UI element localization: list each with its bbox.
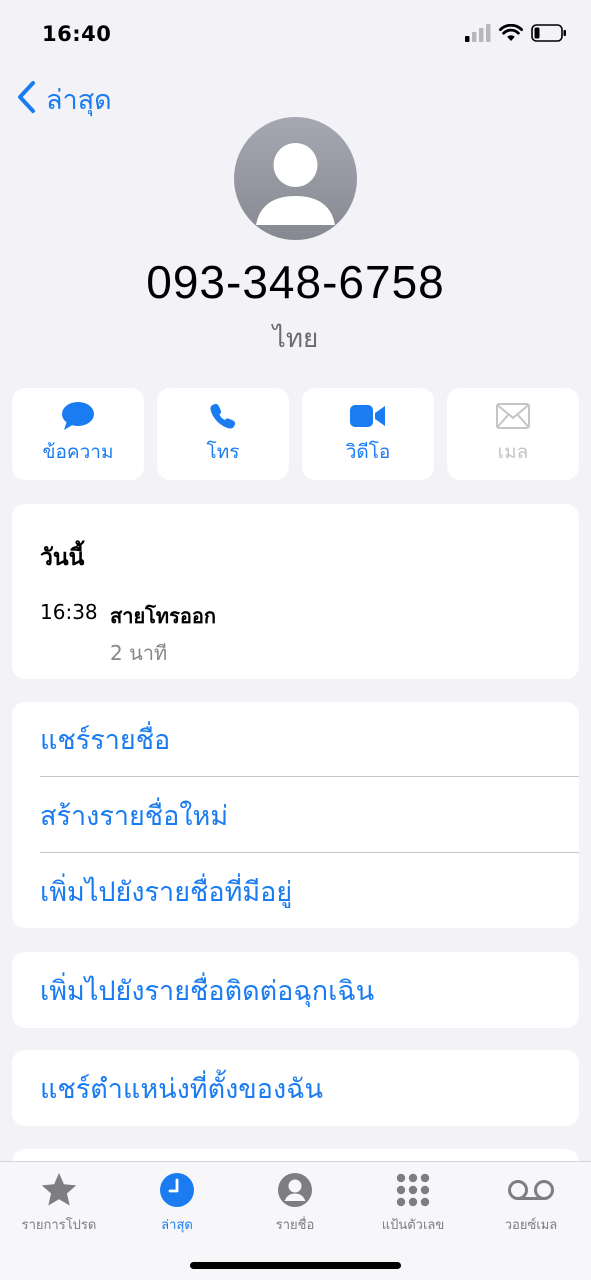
tab-voicemail[interactable]: วอยซ์เมล <box>472 1168 590 1235</box>
contact-number-label: ไทย <box>272 324 319 354</box>
cellular-signal-icon <box>465 24 491 46</box>
mail-icon <box>496 401 530 431</box>
tab-keypad[interactable]: แป้นตัวเลข <box>354 1168 472 1235</box>
avatar <box>234 117 357 240</box>
home-indicator[interactable] <box>190 1262 401 1269</box>
tab-contacts[interactable]: รายชื่อ <box>236 1168 354 1235</box>
call-time: 16:38 <box>40 600 98 624</box>
call-button[interactable]: โทร <box>157 388 289 480</box>
call-button-label: โทร <box>206 441 240 463</box>
battery-icon <box>531 24 567 46</box>
message-button[interactable]: ข้อความ <box>12 388 144 480</box>
star-icon <box>40 1168 78 1212</box>
mail-button[interactable]: เมล <box>447 388 579 480</box>
share-location-card: แชร์ตำแหน่งที่ตั้งของฉัน <box>12 1050 579 1126</box>
call-duration: 2 นาที <box>110 641 168 665</box>
tab-recents[interactable]: ล่าสุด <box>118 1168 236 1235</box>
call-history-card: วันนี้ 16:38 สายโทรออก 2 นาที <box>12 504 579 679</box>
tab-contacts-label: รายชื่อ <box>275 1218 315 1233</box>
tab-favorites[interactable]: รายการโปรด <box>0 1168 118 1235</box>
call-type: สายโทรออก <box>110 604 216 628</box>
contact-options-card: แชร์รายชื่อ สร้างรายชื่อใหม่ เพิ่มไปยังร… <box>12 702 579 928</box>
wifi-icon <box>499 23 523 46</box>
phone-icon <box>209 401 237 431</box>
message-icon <box>61 401 95 431</box>
status-time: 16:40 <box>42 22 112 46</box>
chevron-left-icon <box>16 80 36 118</box>
tab-voicemail-label: วอยซ์เมล <box>504 1218 558 1233</box>
video-button[interactable]: วิดีโอ <box>302 388 434 480</box>
message-button-label: ข้อความ <box>42 441 114 463</box>
person-placeholder-icon <box>256 143 335 225</box>
add-to-emergency-contacts-button[interactable]: เพิ่มไปยังรายชื่อติดต่อฉุกเฉิน <box>40 952 579 1028</box>
clock-icon <box>159 1168 195 1212</box>
call-history-day: วันนี้ <box>40 545 85 571</box>
action-buttons: ข้อความ โทร วิดีโอ เมล <box>12 388 579 480</box>
person-circle-icon <box>277 1168 313 1212</box>
mail-button-label: เมล <box>497 441 529 463</box>
video-button-label: วิดีโอ <box>345 441 391 463</box>
status-bar: 16:40 <box>0 0 591 70</box>
keypad-icon <box>395 1168 431 1212</box>
video-icon <box>350 401 386 431</box>
contact-phone-number: 093-348-6758 <box>146 256 445 308</box>
back-button-label: ล่าสุด <box>46 84 112 116</box>
back-button[interactable]: ล่าสุด <box>16 78 112 120</box>
status-icons <box>465 23 567 46</box>
emergency-contact-card: เพิ่มไปยังรายชื่อติดต่อฉุกเฉิน <box>12 952 579 1028</box>
voicemail-icon <box>507 1168 555 1212</box>
tab-keypad-label: แป้นตัวเลข <box>381 1218 445 1233</box>
tab-recents-label: ล่าสุด <box>161 1218 193 1233</box>
share-contact-button[interactable]: แชร์รายชื่อ <box>40 702 579 777</box>
tab-favorites-label: รายการโปรด <box>21 1218 97 1233</box>
add-to-existing-contact-button[interactable]: เพิ่มไปยังรายชื่อที่มีอยู่ <box>40 854 579 929</box>
create-new-contact-button[interactable]: สร้างรายชื่อใหม่ <box>40 778 579 853</box>
share-my-location-button[interactable]: แชร์ตำแหน่งที่ตั้งของฉัน <box>40 1050 579 1126</box>
